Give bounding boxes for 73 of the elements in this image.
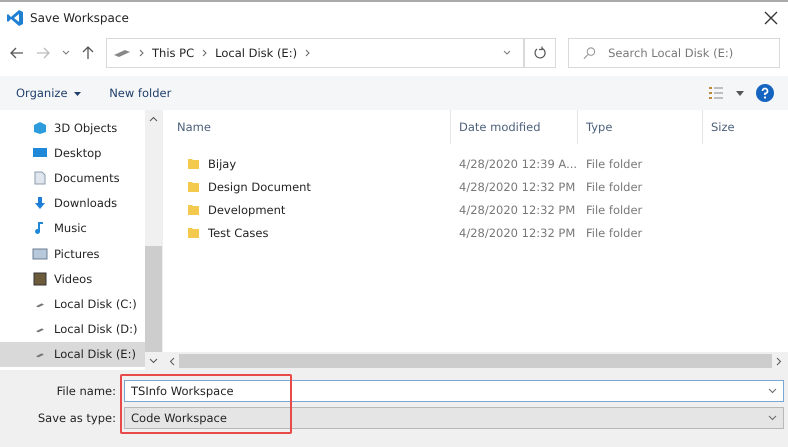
horizontal-scrollbar[interactable]	[163, 352, 788, 370]
search-input[interactable]: Search Local Disk (E:)	[606, 45, 769, 61]
table-cell-text: 4/28/2020 12:32 PM	[458, 226, 576, 240]
breadcrumb-item[interactable]: This PC	[152, 46, 194, 60]
chevron-right-icon	[139, 49, 144, 57]
sidebar-item[interactable]: Desktop	[0, 140, 145, 166]
column-header[interactable]: Type	[578, 110, 703, 144]
chevron-right-icon[interactable]	[305, 49, 310, 57]
code-editor-logo-icon	[6, 9, 24, 27]
folder-icon	[187, 157, 200, 170]
folder-icon	[187, 226, 200, 239]
chevron-down-icon[interactable]	[768, 415, 777, 421]
breadcrumb-item[interactable]: Local Disk (E:)	[215, 46, 298, 60]
new-folder-button[interactable]: New folder	[101, 82, 180, 104]
sidebar-icon	[32, 246, 48, 261]
up-arrow-icon[interactable]	[82, 46, 94, 60]
scroll-right-icon[interactable]	[776, 356, 782, 366]
back-arrow-icon[interactable]	[10, 47, 24, 59]
column-header[interactable]: Date modified	[451, 110, 578, 144]
search-icon	[583, 46, 596, 60]
column-header[interactable]: Size	[703, 110, 735, 144]
scroll-up-icon[interactable]	[149, 116, 158, 122]
table-cell-text: 4/28/2020 12:32 PM	[458, 202, 576, 216]
table-cell-text: 4/28/2020 12:32 PM	[458, 180, 576, 194]
table-cell-text: File folder	[585, 180, 644, 194]
table-cell-text: File folder	[585, 156, 644, 170]
chevron-right-icon	[202, 49, 208, 57]
folder-icon	[187, 180, 200, 193]
drive-icon	[113, 48, 131, 58]
sidebar-icon	[32, 272, 48, 286]
vertical-scrollbar[interactable]	[145, 110, 162, 370]
scroll-left-icon[interactable]	[169, 356, 175, 366]
sidebar-item[interactable]: Music	[0, 216, 145, 241]
sidebar-item[interactable]: Videos	[0, 266, 145, 292]
table-cell-text: File folder	[585, 226, 644, 240]
sidebar-icon	[32, 146, 48, 160]
refresh-button[interactable]	[524, 38, 556, 68]
field-label: Save as type:	[36, 411, 117, 425]
search-field[interactable]: Search Local Disk (E:)	[568, 38, 780, 68]
file-type-dropdown[interactable]: Code Workspace	[124, 407, 784, 429]
sidebar-item[interactable]: Downloads	[0, 190, 145, 216]
sidebar-item[interactable]: Pictures	[0, 240, 145, 266]
chevron-down-icon[interactable]	[768, 388, 777, 394]
chevron-down-icon[interactable]	[62, 50, 70, 56]
chevron-down-icon[interactable]	[503, 50, 511, 56]
close-icon[interactable]	[764, 11, 778, 25]
table-cell-text: File folder	[585, 202, 644, 216]
sidebar-icon	[32, 196, 48, 210]
window-title: Save Workspace	[30, 11, 129, 25]
caret-icon[interactable]	[74, 92, 82, 96]
sidebar-item[interactable]: 3D Objects	[0, 115, 145, 140]
view-list-icon[interactable]	[708, 86, 724, 100]
sidebar-item[interactable]: Documents	[0, 165, 145, 191]
help-icon[interactable]	[756, 84, 774, 102]
caret-icon[interactable]	[736, 90, 744, 96]
sidebar-item[interactable]: Local Disk (D:)	[0, 316, 145, 342]
file-name-field[interactable]: TSInfo Workspace	[124, 380, 784, 402]
organize-button[interactable]: Organize	[8, 82, 90, 104]
folder-icon	[187, 203, 200, 216]
field-label: File name:	[56, 384, 117, 398]
file-name-cell[interactable]: Development	[163, 202, 451, 216]
table-cell-text: 4/28/2020 12:39 A...	[458, 156, 578, 170]
sidebar-icon	[32, 120, 48, 135]
address-bar[interactable]: This PC Local Disk (E:)	[106, 38, 524, 68]
refresh-icon	[533, 46, 547, 60]
sidebar-item[interactable]: Local Disk (C:)	[0, 291, 145, 316]
file-name-cell[interactable]: Bijay	[163, 156, 451, 170]
sidebar-item[interactable]: Local Disk (E:)	[0, 342, 145, 367]
file-name-cell[interactable]: Design Document	[163, 180, 451, 194]
scroll-down-icon[interactable]	[149, 358, 158, 364]
column-header[interactable]: Name	[163, 110, 451, 144]
file-name-cell[interactable]: Test Cases	[163, 226, 451, 240]
sidebar-icon	[32, 170, 48, 185]
